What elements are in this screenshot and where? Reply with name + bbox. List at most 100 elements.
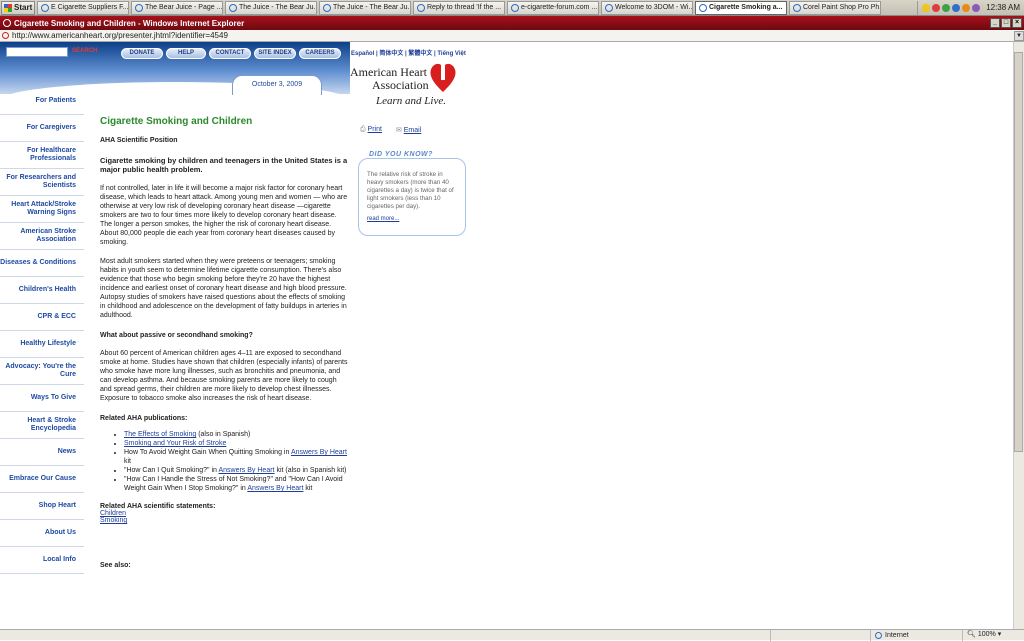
list-item-text: kit (also in Spanish kit) (274, 467, 347, 474)
section-heading: What about passive or secondhand smoking… (100, 332, 253, 339)
close-button[interactable]: × (1012, 18, 1022, 28)
tray-icon[interactable] (952, 3, 961, 12)
sidebar-item[interactable]: Children's Health (0, 277, 84, 304)
sidebar-item[interactable]: For Caregivers (0, 115, 84, 142)
zone-label: Internet (885, 631, 909, 639)
statement-link-children[interactable]: Children (100, 510, 350, 517)
sidebar-item[interactable]: Heart & Stroke Encyclopedia (0, 412, 84, 439)
sidebar-item[interactable]: News (0, 439, 84, 466)
logo-line-2: Association (372, 78, 429, 92)
heart-torch-logo-icon (430, 58, 456, 92)
site-index-button[interactable]: SITE INDEX (254, 48, 296, 59)
sidebar-item[interactable]: About Us (0, 520, 84, 547)
sidebar-nav: For Patients For Caregivers For Healthcare… (0, 88, 84, 574)
article-intro: Cigarette smoking by children and teenag… (100, 156, 348, 174)
taskbar-button[interactable]: The Juice - The Bear Ju... (225, 0, 317, 15)
scrollbar-thumb[interactable] (1014, 52, 1023, 452)
tray-icon[interactable] (972, 3, 981, 12)
donate-button[interactable]: DONATE (121, 48, 163, 59)
ie-icon (511, 3, 519, 12)
email-label: Email (403, 127, 422, 134)
sidebar-item[interactable]: Diseases & Conditions (0, 250, 84, 277)
ie-icon (699, 3, 707, 12)
sidebar-item[interactable]: For Patients (0, 88, 84, 115)
contact-button[interactable]: CONTACT (209, 48, 251, 59)
taskbar-button[interactable]: Corel Paint Shop Pro Ph... (789, 0, 881, 15)
taskbar-button[interactable]: Welcome to 3DOM - Wi... (601, 0, 693, 15)
list-item: "How Can I Quit Smoking?" in Answers By … (124, 466, 350, 475)
list-item-text: kit (303, 485, 313, 492)
minimize-button[interactable]: _ (990, 18, 1000, 28)
sidebar-item[interactable]: CPR & ECC (0, 304, 84, 331)
taskbar-button[interactable]: The Juice - The Bear Ju... (319, 0, 411, 15)
taskbar-button[interactable]: e-cigarette-forum.com ... (507, 0, 599, 15)
ie-icon (605, 3, 613, 12)
url-text[interactable]: http://www.americanheart.org/presenter.j… (12, 31, 228, 40)
did-you-know-text: The relative risk of stroke in heavy smo… (367, 171, 454, 210)
windows-flag-icon (4, 3, 12, 12)
ie-icon (41, 3, 49, 12)
article: Cigarette Smoking and Children AHA Scien… (100, 116, 350, 569)
maximize-button[interactable]: □ (1001, 18, 1011, 28)
taskbar-button-label: The Juice - The Bear Ju... (333, 4, 411, 11)
read-more-link[interactable]: read more... (367, 215, 457, 223)
tagline: Learn and Live. (376, 95, 446, 107)
statement-link-smoking[interactable]: Smoking (100, 517, 127, 524)
careers-button[interactable]: CAREERS (299, 48, 341, 59)
answers-by-heart-link[interactable]: Answers By Heart (247, 485, 303, 492)
sidebar-item[interactable]: Healthy Lifestyle (0, 331, 84, 358)
system-tray: 12:38 AM (917, 0, 1024, 15)
address-dropdown-icon[interactable]: ▼ (1014, 30, 1024, 41)
paragraph: Most adult smokers started when they wer… (100, 258, 347, 319)
zone-indicator: Internet (870, 629, 962, 641)
sidebar-item[interactable]: For Researchers and Scientists (0, 169, 84, 196)
list-item-text: "How Can I Quit Smoking?" in (124, 467, 219, 474)
tray-icon[interactable] (932, 3, 941, 12)
sidebar-item[interactable]: For Healthcare Professionals (0, 142, 84, 169)
help-button[interactable]: HELP (166, 48, 206, 59)
language-links[interactable]: Español | 简体中文 | 繁體中文 | Tiếng Việt (351, 48, 466, 57)
print-button[interactable]: ⎙ Print (360, 126, 382, 134)
taskbar: Start E Cigarette Suppliers F... The Bear… (0, 0, 1024, 16)
address-bar[interactable]: http://www.americanheart.org/presenter.j… (0, 30, 1024, 42)
email-button[interactable]: ✉ Email (396, 126, 421, 134)
sidebar-item[interactable]: Heart Attack/Stroke Warning Signs (0, 196, 84, 223)
search-button[interactable]: SEARCH (72, 48, 97, 54)
taskbar-button-label: E Cigarette Suppliers F... (51, 4, 129, 11)
zoom-control[interactable]: 🔍︎ 100% ▾ (962, 629, 1024, 641)
start-label: Start (14, 3, 33, 12)
paragraph: If not controlled, later in life it will… (100, 185, 348, 246)
search-input[interactable] (6, 47, 68, 57)
print-label: Print (367, 126, 382, 133)
did-you-know-heading: DID YOU KNOW? (367, 151, 435, 158)
tray-icon[interactable] (922, 3, 931, 12)
taskbar-button[interactable]: Cigarette Smoking a... (695, 0, 787, 15)
tray-icon[interactable] (942, 3, 951, 12)
page-icon (2, 32, 9, 39)
taskbar-button[interactable]: Reply to thread 'If the ... (413, 0, 505, 15)
taskbar-button-label: The Bear Juice - Page ... (145, 4, 223, 11)
paint-shop-icon (793, 3, 801, 12)
tools: ⎙ Print ✉ Email (360, 126, 421, 134)
list-item: "How Can I Handle the Stress of Not Smok… (124, 475, 350, 493)
list-item: Smoking and Your Risk of Stroke (124, 439, 350, 448)
taskbar-button[interactable]: E Cigarette Suppliers F... (37, 0, 129, 15)
publication-link[interactable]: Smoking and Your Risk of Stroke (124, 440, 226, 447)
sidebar-item[interactable]: Advocacy: You're the Cure (0, 358, 84, 385)
start-button[interactable]: Start (1, 0, 35, 15)
taskbar-button[interactable]: The Bear Juice - Page ... (131, 0, 223, 15)
ie-icon (3, 19, 11, 27)
sidebar-item[interactable]: Local Info (0, 547, 84, 574)
publication-link[interactable]: The Effects of Smoking (124, 431, 196, 438)
sidebar-item[interactable]: Shop Heart (0, 493, 84, 520)
tray-icon[interactable] (962, 3, 971, 12)
paragraph: About 60 percent of American children ag… (100, 350, 348, 402)
logo-line-1: American Heart (350, 65, 427, 79)
sidebar-item[interactable]: American Stroke Association (0, 223, 84, 250)
status-bar: Internet 🔍︎ 100% ▾ (0, 629, 1024, 641)
answers-by-heart-link[interactable]: Answers By Heart (291, 449, 347, 456)
sidebar-item[interactable]: Embrace Our Cause (0, 466, 84, 493)
ie-icon (323, 3, 331, 12)
sidebar-item[interactable]: Ways To Give (0, 385, 84, 412)
answers-by-heart-link[interactable]: Answers By Heart (218, 467, 274, 474)
